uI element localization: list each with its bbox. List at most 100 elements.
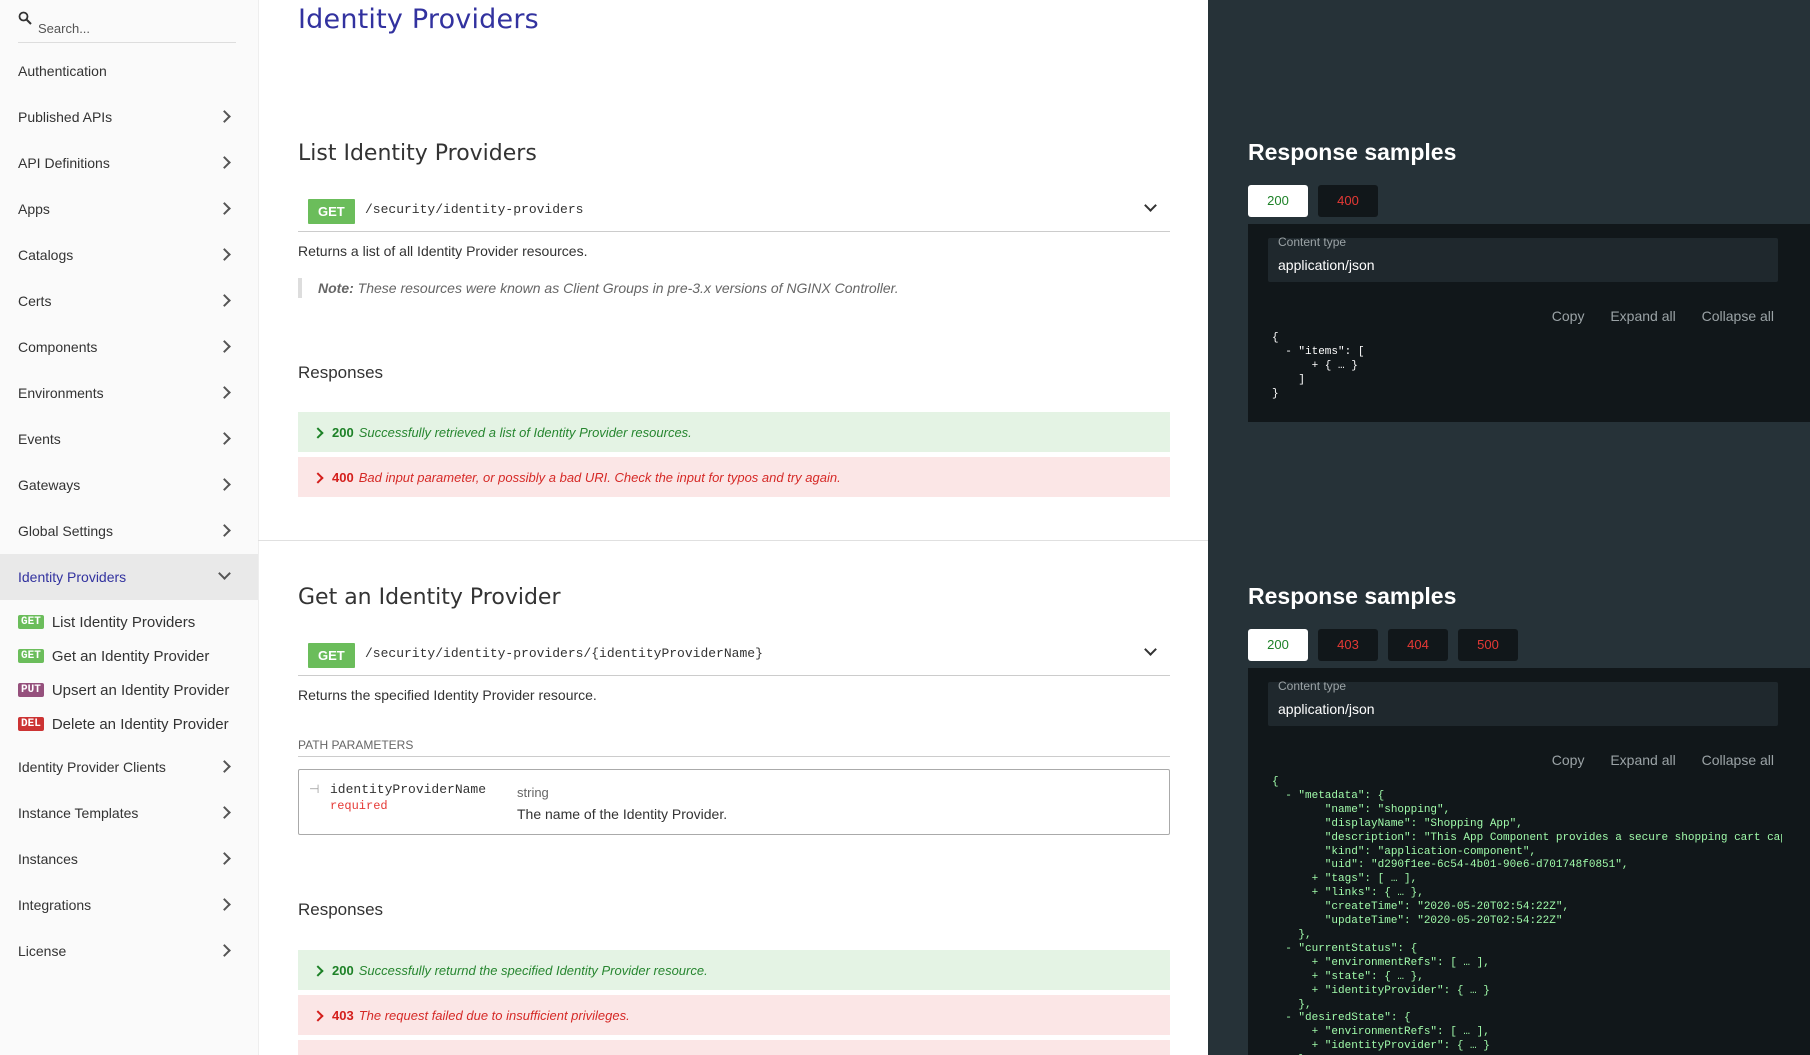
param-required: required xyxy=(330,799,388,813)
chevron-right-icon xyxy=(214,382,236,404)
chevron-down-icon[interactable] xyxy=(1144,645,1158,659)
method-badge-get: GET xyxy=(308,199,355,224)
response-text: Successfully retrieved a list of Identit… xyxy=(358,424,692,440)
chevron-down-icon xyxy=(214,566,236,588)
response-400[interactable]: 400 Bad input parameter, or possibly a b… xyxy=(298,457,1170,497)
sidebar-subitem-label: Upsert an Identity Provider xyxy=(51,682,230,699)
chevron-right-icon xyxy=(214,848,236,870)
response-code: 403 xyxy=(332,1007,354,1023)
search-icon xyxy=(18,11,32,25)
sidebar-item-published-apis[interactable]: Published APIs xyxy=(0,94,258,140)
sidebar-item-gateways[interactable]: Gateways xyxy=(0,462,258,508)
chevron-down-icon[interactable] xyxy=(1144,201,1158,215)
expand-all-button[interactable]: Expand all xyxy=(1610,752,1675,768)
endpoint-bar[interactable]: GET /security/identity-providers/{identi… xyxy=(298,635,1170,676)
sidebar-item-instance-templates[interactable]: Instance Templates xyxy=(0,790,258,836)
search-box[interactable]: Search... xyxy=(18,8,236,43)
main-content: Identity Providers List Identity Provide… xyxy=(258,0,1208,1055)
method-badge-get: GET xyxy=(18,649,44,663)
chevron-right-icon xyxy=(214,106,236,128)
operation-description: Returns the specified Identity Provider … xyxy=(298,687,597,703)
copy-button[interactable]: Copy xyxy=(1552,308,1585,324)
response-text: Bad input parameter, or possibly a bad U… xyxy=(358,469,841,485)
response-200[interactable]: 200 Successfully retrieved a list of Ide… xyxy=(298,412,1170,452)
json-sample: { - "metadata": { "name": "shopping", "d… xyxy=(1272,776,1782,1055)
sidebar-item-environments[interactable]: Environments xyxy=(0,370,258,416)
sidebar-subitem-label: Delete an Identity Provider xyxy=(51,716,229,733)
sidebar-subitem-upsert-identity-provider[interactable]: PUT Upsert an Identity Provider xyxy=(0,668,258,702)
chevron-right-icon xyxy=(214,244,236,266)
parameter-row: ⊣ identityProviderName required string T… xyxy=(298,769,1170,835)
content-type-box[interactable]: Content type application/json xyxy=(1268,679,1778,726)
collapse-all-button[interactable]: Collapse all xyxy=(1702,752,1774,768)
note-label: Note: xyxy=(318,280,354,296)
chevron-right-icon xyxy=(214,198,236,220)
section-divider xyxy=(258,540,1208,541)
endpoint-bar[interactable]: GET /security/identity-providers xyxy=(298,191,1170,232)
sidebar-subitem-get-identity-provider[interactable]: GET Get an Identity Provider xyxy=(0,634,258,668)
operation-description: Returns a list of all Identity Provider … xyxy=(298,243,588,259)
endpoint-path: /security/identity-providers/{identityPr… xyxy=(365,646,763,661)
sidebar-item-label: License xyxy=(18,943,67,959)
operation-title: Get an Identity Provider xyxy=(298,585,561,610)
responses-title: Responses xyxy=(298,363,384,382)
sidebar-item-instances[interactable]: Instances xyxy=(0,836,258,882)
tab-200[interactable]: 200 xyxy=(1248,629,1308,661)
response-samples-title: Response samples xyxy=(1248,139,1457,165)
chevron-right-icon xyxy=(214,894,236,916)
expand-all-button[interactable]: Expand all xyxy=(1610,308,1675,324)
sidebar-item-label: Integrations xyxy=(18,897,92,913)
sidebar-subitem-list-identity-providers[interactable]: GET List Identity Providers xyxy=(0,600,258,634)
chevron-right-icon xyxy=(314,427,324,437)
sidebar-item-authentication[interactable]: Authentication xyxy=(0,48,258,94)
sidebar-item-label: Identity Providers xyxy=(18,569,127,585)
method-badge-get: GET xyxy=(18,615,44,629)
response-samples-panel: Response samples 200 400 Content type ap… xyxy=(1208,0,1810,1055)
copy-button[interactable]: Copy xyxy=(1552,752,1585,768)
param-type: string xyxy=(517,785,549,800)
sidebar-item-license[interactable]: License xyxy=(0,928,258,974)
response-200[interactable]: 200 Successfully returnd the specified I… xyxy=(298,950,1170,990)
response-404[interactable] xyxy=(298,1040,1170,1055)
sidebar-item-events[interactable]: Events xyxy=(0,416,258,462)
sidebar-item-label: Certs xyxy=(18,293,52,309)
note-text: These resources were known as Client Gro… xyxy=(353,280,899,296)
content-type-box[interactable]: Content type application/json xyxy=(1268,235,1778,282)
tab-404[interactable]: 404 xyxy=(1388,629,1448,661)
sidebar-item-apps[interactable]: Apps xyxy=(0,186,258,232)
search-input[interactable]: Search... xyxy=(38,21,90,36)
sidebar-item-label: Authentication xyxy=(18,63,107,79)
sidebar-item-identity-providers[interactable]: Identity Providers xyxy=(0,554,258,600)
tab-500[interactable]: 500 xyxy=(1458,629,1518,661)
sidebar-subitem-delete-identity-provider[interactable]: DEL Delete an Identity Provider xyxy=(0,702,258,744)
response-403[interactable]: 403 The request failed due to insufficie… xyxy=(298,995,1170,1035)
method-badge-get: GET xyxy=(308,643,355,668)
sidebar-item-certs[interactable]: Certs xyxy=(0,278,258,324)
collapse-all-button[interactable]: Collapse all xyxy=(1702,308,1774,324)
sidebar-item-global-settings[interactable]: Global Settings xyxy=(0,508,258,554)
sidebar-item-integrations[interactable]: Integrations xyxy=(0,882,258,928)
sidebar-item-label: Identity Provider Clients xyxy=(18,759,166,775)
response-sample-panel: Content type application/json Copy Expan… xyxy=(1248,224,1810,422)
response-code: 200 xyxy=(332,962,354,978)
sidebar-item-label: Instance Templates xyxy=(18,805,139,821)
note-block: Note: These resources were known as Clie… xyxy=(298,278,899,298)
tab-200[interactable]: 200 xyxy=(1248,185,1308,217)
chevron-right-icon xyxy=(214,802,236,824)
sidebar-item-label: Components xyxy=(18,339,98,355)
sidebar-item-label: Events xyxy=(18,431,61,447)
sidebar-item-catalogs[interactable]: Catalogs xyxy=(0,232,258,278)
tree-branch-icon: ⊣ xyxy=(309,782,320,796)
sidebar-item-identity-provider-clients[interactable]: Identity Provider Clients xyxy=(0,744,258,790)
chevron-right-icon xyxy=(214,336,236,358)
content-type-label: Content type xyxy=(1278,235,1347,249)
tab-403[interactable]: 403 xyxy=(1318,629,1378,661)
response-text: The request failed due to insufficient p… xyxy=(358,1007,630,1023)
sidebar-item-components[interactable]: Components xyxy=(0,324,258,370)
tab-400[interactable]: 400 xyxy=(1318,185,1378,217)
code-actions: Copy Expand all Collapse all xyxy=(1530,752,1774,768)
sidebar-item-api-definitions[interactable]: API Definitions xyxy=(0,140,258,186)
chevron-right-icon xyxy=(214,152,236,174)
sidebar-item-label: Instances xyxy=(18,851,78,867)
sidebar: Search... Authentication Published APIs … xyxy=(0,0,259,1055)
